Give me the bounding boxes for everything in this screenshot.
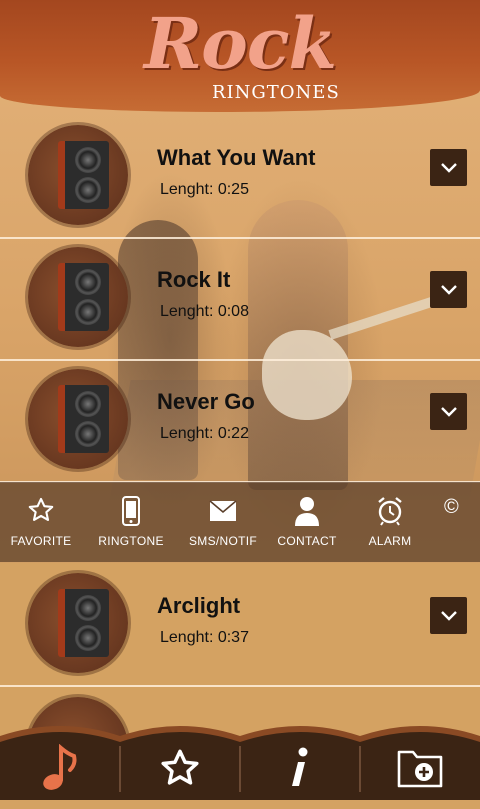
song-title: Never Go [157, 389, 255, 414]
music-note-icon [43, 744, 77, 790]
logo-title: Rock [144, 2, 337, 85]
envelope-icon [209, 500, 237, 521]
speaker-thumbnail [28, 247, 128, 347]
app-header: Rock RINGTONES [0, 0, 480, 112]
song-title: Rock It [157, 267, 231, 292]
song-length: Lenght: 0:25 [160, 181, 249, 198]
nav-info-button[interactable] [240, 736, 360, 800]
logo-subtitle: RINGTONES [212, 82, 340, 103]
set-alarm-action[interactable]: ALARM [344, 482, 436, 562]
speaker-thumbnail [28, 369, 128, 469]
star-outline-icon [161, 749, 199, 785]
list-item[interactable]: Arclight Lenght: 0:37 [0, 563, 480, 687]
list-item[interactable]: What You Want Lenght: 0:25 [0, 115, 480, 239]
list-item[interactable]: Never Go Lenght: 0:22 [0, 359, 480, 483]
song-title: What You Want [157, 145, 316, 170]
set-contact-action[interactable]: CONTACT [261, 482, 353, 562]
expand-button[interactable] [430, 393, 467, 430]
folder-add-icon [397, 750, 443, 788]
list-item[interactable]: Rock It Lenght: 0:08 [0, 237, 480, 361]
bottom-navigation [0, 716, 480, 800]
person-icon [295, 497, 319, 526]
contact-label: CONTACT [277, 534, 337, 548]
favorite-action[interactable]: FAVORITE [0, 482, 87, 562]
speaker-thumbnail [28, 125, 128, 225]
expand-button[interactable] [430, 271, 467, 308]
star-outline-icon [28, 497, 54, 521]
set-ringtone-action[interactable]: RINGTONE [85, 482, 177, 562]
ringtone-action-bar: FAVORITE RINGTONE SMS/NOTIF CONTACT ALAR… [0, 482, 480, 562]
nav-favorites-button[interactable] [120, 736, 240, 800]
phone-icon [122, 496, 140, 526]
alarm-label: ALARM [368, 534, 412, 548]
song-title: Arclight [157, 593, 241, 618]
info-icon [292, 747, 308, 786]
expand-button[interactable] [430, 149, 467, 186]
expand-button[interactable] [430, 597, 467, 634]
ringtone-label: RINGTONE [98, 534, 164, 548]
chevron-down-icon [440, 284, 457, 295]
nav-add-folder-button[interactable] [360, 736, 480, 800]
song-length: Lenght: 0:08 [160, 303, 249, 320]
speaker-icon [58, 589, 109, 657]
speaker-icon [58, 141, 109, 209]
speaker-icon [58, 263, 109, 331]
set-sms-action[interactable]: SMS/NOTIF [177, 482, 269, 562]
speaker-icon [58, 385, 109, 453]
speaker-thumbnail [28, 573, 128, 673]
song-length: Lenght: 0:22 [160, 425, 249, 442]
copyright-button[interactable]: © [444, 496, 459, 519]
chevron-down-icon [440, 406, 457, 417]
nav-ringtones-button[interactable] [0, 736, 120, 800]
chevron-down-icon [440, 610, 457, 621]
alarm-clock-icon [378, 497, 402, 526]
sms-label: SMS/NOTIF [188, 534, 258, 548]
chevron-down-icon [440, 162, 457, 173]
favorite-label: FAVORITE [10, 534, 72, 548]
song-length: Lenght: 0:37 [160, 629, 249, 646]
